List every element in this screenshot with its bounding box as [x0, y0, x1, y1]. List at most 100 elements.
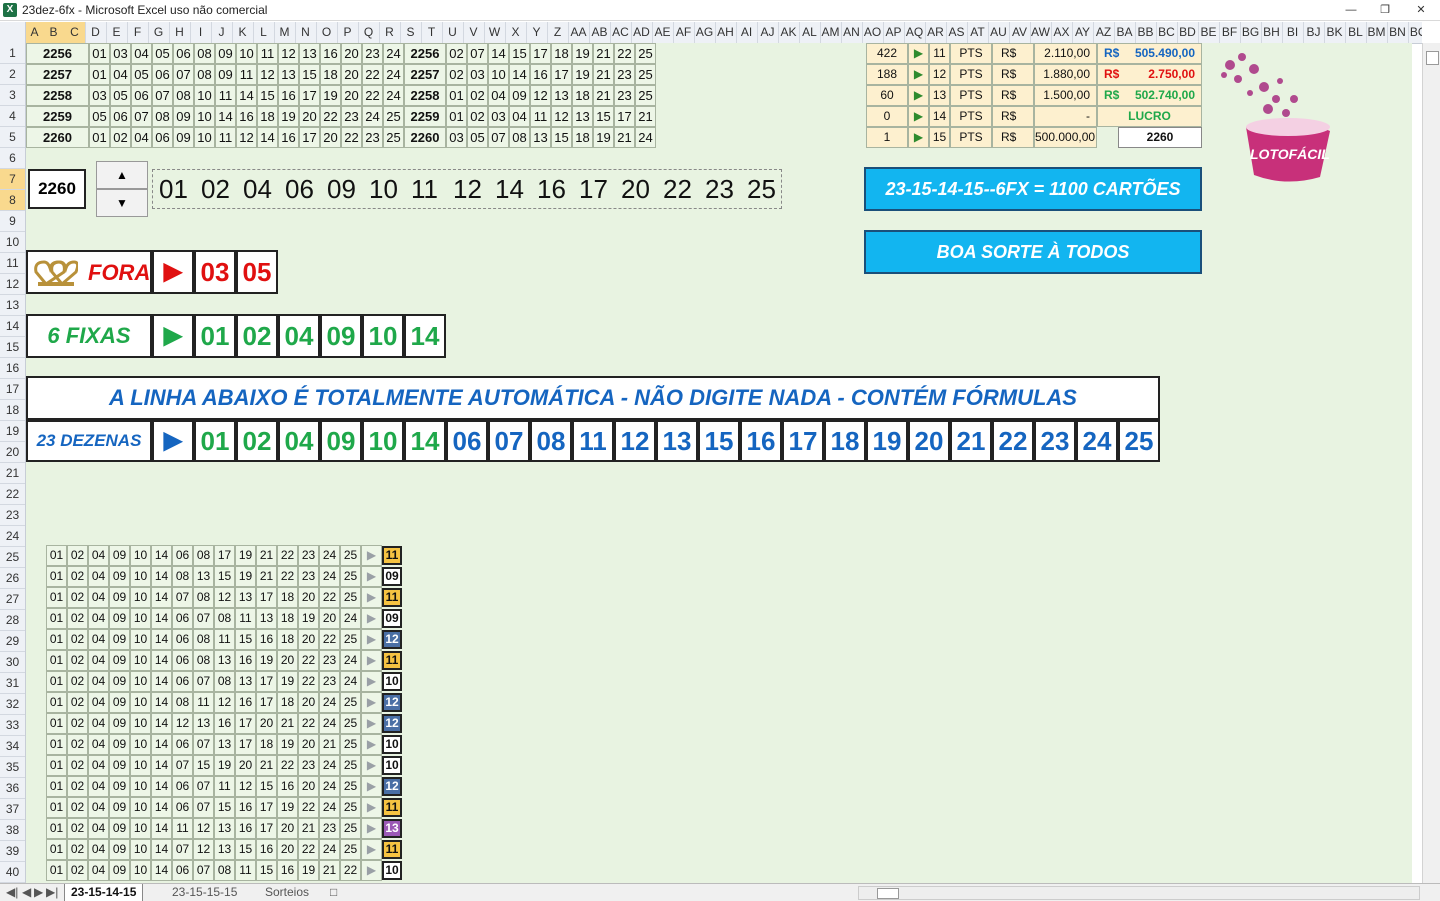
tab-23-15-15-15[interactable]: 23-15-15-15 — [172, 884, 237, 901]
row-header-33[interactable]: 33 — [0, 715, 25, 736]
column-header-bd[interactable]: BD — [1177, 22, 1199, 43]
row-header-8[interactable]: 8 — [0, 190, 25, 211]
column-header-w[interactable]: W — [484, 22, 506, 43]
row-header-40[interactable]: 40 — [0, 862, 25, 883]
column-header-q[interactable]: Q — [358, 22, 380, 43]
row-header-2[interactable]: 2 — [0, 64, 25, 85]
column-header-t[interactable]: T — [421, 22, 443, 43]
row-header-32[interactable]: 32 — [0, 694, 25, 715]
column-header-j[interactable]: J — [211, 22, 233, 43]
column-header-bo[interactable]: BO — [1408, 22, 1422, 43]
column-header-aj[interactable]: AJ — [757, 22, 779, 43]
column-header-bj[interactable]: BJ — [1303, 22, 1325, 43]
tab-23-15-14-15[interactable]: 23-15-14-15 — [64, 884, 144, 901]
column-header-o[interactable]: O — [316, 22, 338, 43]
column-header-az[interactable]: AZ — [1093, 22, 1115, 43]
select-all-corner[interactable] — [0, 22, 26, 43]
column-header-at[interactable]: AT — [967, 22, 989, 43]
row-header-30[interactable]: 30 — [0, 652, 25, 673]
row-header-26[interactable]: 26 — [0, 568, 25, 589]
row-header-10[interactable]: 10 — [0, 232, 25, 253]
column-header-bc[interactable]: BC — [1156, 22, 1178, 43]
column-header-am[interactable]: AM — [820, 22, 842, 43]
row-header-3[interactable]: 3 — [0, 85, 25, 106]
column-header-al[interactable]: AL — [799, 22, 821, 43]
row-header-12[interactable]: 12 — [0, 274, 25, 295]
row-header-21[interactable]: 21 — [0, 463, 25, 484]
column-header-ac[interactable]: AC — [610, 22, 632, 43]
column-header-ao[interactable]: AO — [862, 22, 884, 43]
column-header-ay[interactable]: AY — [1072, 22, 1094, 43]
row-header-24[interactable]: 24 — [0, 526, 25, 547]
vertical-scrollbar[interactable] — [1422, 43, 1440, 883]
column-header-a[interactable]: A — [26, 22, 44, 43]
column-header-ag[interactable]: AG — [694, 22, 716, 43]
column-header-bl[interactable]: BL — [1345, 22, 1367, 43]
column-header-s[interactable]: S — [400, 22, 422, 43]
column-header-ab[interactable]: AB — [589, 22, 611, 43]
row-header-22[interactable]: 22 — [0, 484, 25, 505]
column-header-be[interactable]: BE — [1198, 22, 1220, 43]
close-button[interactable]: ✕ — [1410, 2, 1432, 18]
column-header-ap[interactable]: AP — [883, 22, 905, 43]
column-header-aw[interactable]: AW — [1030, 22, 1052, 43]
column-header-bh[interactable]: BH — [1261, 22, 1283, 43]
row-header-36[interactable]: 36 — [0, 778, 25, 799]
column-header-e[interactable]: E — [106, 22, 128, 43]
row-header-25[interactable]: 25 — [0, 547, 25, 568]
column-header-x[interactable]: X — [505, 22, 527, 43]
row-header-27[interactable]: 27 — [0, 589, 25, 610]
row-header-16[interactable]: 16 — [0, 358, 25, 379]
column-header-p[interactable]: P — [337, 22, 359, 43]
column-header-ax[interactable]: AX — [1051, 22, 1073, 43]
column-header-bg[interactable]: BG — [1240, 22, 1262, 43]
column-header-bn[interactable]: BN — [1387, 22, 1409, 43]
row-header-39[interactable]: 39 — [0, 841, 25, 862]
column-header-ak[interactable]: AK — [778, 22, 800, 43]
horizontal-scrollbar[interactable] — [858, 886, 1420, 900]
row-header-34[interactable]: 34 — [0, 736, 25, 757]
column-header-b[interactable]: B — [43, 22, 65, 43]
next-sheet-icon[interactable]: ▶ — [34, 884, 43, 901]
row-header-23[interactable]: 23 — [0, 505, 25, 526]
row-header-20[interactable]: 20 — [0, 442, 25, 463]
column-header-y[interactable]: Y — [526, 22, 548, 43]
column-header-v[interactable]: V — [463, 22, 485, 43]
contest-number-cell[interactable]: 2260 — [28, 169, 86, 209]
row-header-31[interactable]: 31 — [0, 673, 25, 694]
column-header-u[interactable]: U — [442, 22, 464, 43]
column-header-af[interactable]: AF — [673, 22, 695, 43]
new-sheet-icon[interactable]: □ — [330, 884, 337, 901]
spin-up-button[interactable]: ▲ — [96, 161, 148, 189]
row-header-5[interactable]: 5 — [0, 127, 25, 148]
column-header-as[interactable]: AS — [946, 22, 968, 43]
column-header-k[interactable]: K — [232, 22, 254, 43]
row-header-9[interactable]: 9 — [0, 211, 25, 232]
row-header-37[interactable]: 37 — [0, 799, 25, 820]
row-header-13[interactable]: 13 — [0, 295, 25, 316]
column-header-au[interactable]: AU — [988, 22, 1010, 43]
column-header-m[interactable]: M — [274, 22, 296, 43]
row-header-17[interactable]: 17 — [0, 379, 25, 400]
column-header-ae[interactable]: AE — [652, 22, 674, 43]
worksheet[interactable]: 2256 01 03 04 05 06 08 09 10 11 12 13 16 20 23 24 2256 02… — [26, 43, 1412, 883]
column-header-c[interactable]: C — [64, 22, 86, 43]
column-header-ah[interactable]: AH — [715, 22, 737, 43]
row-header-35[interactable]: 35 — [0, 757, 25, 778]
column-header-g[interactable]: G — [148, 22, 170, 43]
row-header-19[interactable]: 19 — [0, 421, 25, 442]
column-header-ar[interactable]: AR — [925, 22, 947, 43]
column-header-f[interactable]: F — [127, 22, 149, 43]
row-header-14[interactable]: 14 — [0, 316, 25, 337]
row-header-6[interactable]: 6 — [0, 148, 25, 169]
column-header-aq[interactable]: AQ — [904, 22, 926, 43]
first-sheet-icon[interactable]: ◀| — [6, 884, 18, 901]
last-sheet-icon[interactable]: ▶| — [46, 884, 58, 901]
column-header-av[interactable]: AV — [1009, 22, 1031, 43]
restore-button[interactable]: ❐ — [1374, 2, 1396, 18]
column-header-n[interactable]: N — [295, 22, 317, 43]
column-header-bf[interactable]: BF — [1219, 22, 1241, 43]
spin-down-button[interactable]: ▼ — [96, 189, 148, 217]
column-header-d[interactable]: D — [85, 22, 107, 43]
column-header-ai[interactable]: AI — [736, 22, 758, 43]
